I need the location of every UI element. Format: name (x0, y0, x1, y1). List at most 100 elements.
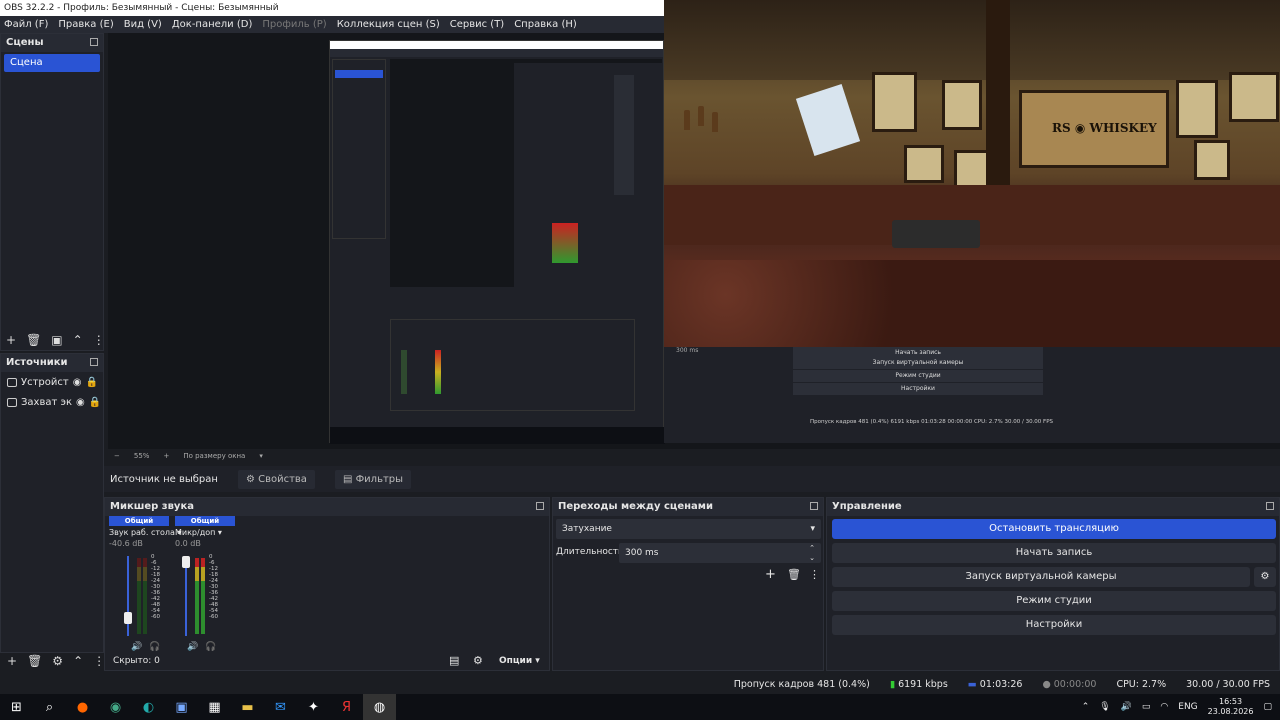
zoom-in-button[interactable]: + (163, 452, 169, 460)
volume-slider[interactable] (127, 556, 129, 636)
source-item[interactable]: Устройст ◉ 🔒 (1, 372, 103, 392)
mail-icon[interactable]: ✉ (264, 694, 297, 720)
volume-knob[interactable] (124, 611, 132, 624)
menu-tools[interactable]: Сервис (T) (450, 19, 504, 30)
channel-tag: Общий (109, 516, 169, 526)
gear-icon[interactable]: ⚙ (1254, 567, 1276, 587)
source-item[interactable]: Захват эк ◉ 🔒 (1, 392, 103, 412)
save-icon[interactable]: ▣ (165, 694, 198, 720)
yandex-icon[interactable]: Я (330, 694, 363, 720)
wifi-icon[interactable]: ◠ (1160, 702, 1168, 712)
hidden-count: Скрыто: 0 (113, 656, 160, 666)
duration-input[interactable]: 300 ms ⌃ ⌄ (619, 543, 821, 563)
source-toolbar: Источник не выбран ⚙ Свойства ▤ Фильтры (104, 466, 1280, 492)
volume-knob[interactable] (182, 556, 190, 568)
scene-item[interactable]: Сцена (4, 54, 100, 72)
move-up-icon[interactable]: ⌃ (73, 654, 83, 668)
menu-help[interactable]: Справка (H) (514, 19, 577, 30)
search-icon[interactable]: ⌕ (33, 694, 66, 720)
more-icon[interactable]: ⋮ (809, 568, 820, 581)
float-icon[interactable] (90, 358, 98, 366)
battery-icon[interactable]: ▭ (1142, 702, 1151, 712)
advanced-audio-icon[interactable]: ⚙ (473, 654, 483, 667)
sparkle-icon[interactable]: ✦ (297, 694, 330, 720)
eye-icon[interactable]: ◉ (76, 397, 85, 408)
chrome-icon[interactable]: ◉ (99, 694, 132, 720)
trash-icon[interactable]: 🗑 (26, 333, 41, 347)
layout-icon[interactable]: ▤ (449, 654, 459, 667)
chevron-down-icon[interactable]: ▾ (259, 452, 263, 460)
trash-icon[interactable]: 🗑 (787, 568, 801, 581)
nested-scenes (332, 59, 386, 239)
scenes-toolbar: + 🗑 ▣ ⌃ ⋮ (0, 331, 105, 349)
add-icon[interactable]: + (765, 567, 776, 582)
filters-button[interactable]: ▤ Фильтры (334, 469, 412, 489)
sources-dock-title: Источники (1, 354, 103, 372)
menu-view[interactable]: Вид (V) (124, 19, 162, 30)
headphones-icon[interactable]: 🎧 (205, 642, 216, 652)
record-time: ● 00:00:00 (1042, 678, 1097, 690)
obs-icon[interactable]: ◍ (363, 694, 396, 720)
nested-titlebar (330, 41, 663, 49)
microphone-icon[interactable]: 🎙 (1099, 702, 1110, 712)
menu-scene-collection[interactable]: Коллекция сцен (S) (337, 19, 440, 30)
status-bar: Пропуск кадров 481 (0.4%) ▮ 6191 kbps ▬ … (0, 674, 1280, 694)
channel-name[interactable]: Звук раб. стола ▾ (109, 528, 181, 537)
chevron-up-icon[interactable]: ⌃ (1082, 702, 1090, 712)
notification-icon[interactable]: ▢ (1263, 702, 1272, 712)
transition-select[interactable]: Затухание ▾ (556, 519, 821, 539)
channel-name[interactable]: Микр/доп ▾ (175, 528, 235, 537)
cpu-usage: CPU: 2.7% (1116, 678, 1167, 690)
audio-meter (143, 558, 147, 634)
filter-icon[interactable]: ▣ (51, 333, 62, 347)
stop-streaming-button[interactable]: Остановить трансляцию (832, 519, 1276, 539)
headphones-icon[interactable]: 🎧 (149, 642, 160, 652)
speaker-icon[interactable]: 🔊 (187, 642, 198, 652)
properties-button[interactable]: ⚙ Свойства (237, 469, 315, 489)
scenes-dock-title: Сцены (1, 34, 103, 52)
more-icon[interactable]: ⋮ (93, 333, 105, 347)
sources-dock: Источники Устройст ◉ 🔒 Захват эк ◉ 🔒 (0, 353, 104, 653)
settings-button[interactable]: Настройки (832, 615, 1276, 635)
nested-menubar (330, 49, 663, 57)
trash-icon[interactable]: 🗑 (27, 654, 42, 668)
start-button[interactable]: ⊞ (0, 694, 33, 720)
mixer-options-button[interactable]: Опции ▾ (499, 656, 540, 666)
nested-preview (390, 59, 662, 287)
studio-mode-button[interactable]: Режим студии (832, 591, 1276, 611)
clock[interactable]: 16:53 23.08.2026 (1208, 697, 1254, 717)
move-up-icon[interactable]: ⌃ (73, 333, 83, 347)
menu-docks[interactable]: Док-панели (D) (172, 19, 253, 30)
firefox-icon[interactable]: ● (66, 694, 99, 720)
volume-icon[interactable]: 🔊 (1121, 702, 1132, 712)
more-icon[interactable]: ⋮ (93, 654, 105, 668)
eye-icon[interactable]: ◉ (73, 377, 82, 388)
zoom-mode[interactable]: По размеру окна (183, 452, 245, 460)
start-virtual-camera-button[interactable]: Запуск виртуальной камеры (832, 567, 1250, 587)
float-icon[interactable] (536, 502, 544, 510)
stream-time: ▬ 01:03:26 (967, 678, 1023, 690)
stepper-icon[interactable]: ⌃ ⌄ (809, 543, 815, 563)
add-icon[interactable]: + (6, 333, 16, 347)
menu-file[interactable]: Файл (F) (4, 19, 48, 30)
folder-icon[interactable]: ▬ (231, 694, 264, 720)
float-icon[interactable] (90, 38, 98, 46)
language-indicator[interactable]: ENG (1178, 702, 1197, 712)
float-icon[interactable] (810, 502, 818, 510)
speaker-icon[interactable]: 🔊 (131, 642, 142, 652)
menu-profile: Профиль (P) (262, 19, 327, 30)
lock-icon[interactable]: 🔒 (89, 397, 101, 408)
volume-slider[interactable] (185, 556, 187, 636)
add-icon[interactable]: + (7, 654, 17, 668)
lock-icon[interactable]: 🔒 (85, 377, 97, 388)
start-recording-button[interactable]: Начать запись (832, 543, 1276, 563)
controls-dock: Управление Остановить трансляцию Начать … (826, 497, 1280, 671)
menu-edit[interactable]: Правка (E) (58, 19, 113, 30)
channel-tag: Общий (175, 516, 235, 526)
meter-scale: 0 -6 -12 -18 -24 -30 -36 -42 -48 -54 -60 (151, 554, 160, 620)
zoom-out-button[interactable]: − (114, 452, 120, 460)
gear-icon[interactable]: ⚙ (52, 654, 63, 668)
float-icon[interactable] (1266, 502, 1274, 510)
edge-icon[interactable]: ◐ (132, 694, 165, 720)
store-icon[interactable]: ▦ (198, 694, 231, 720)
